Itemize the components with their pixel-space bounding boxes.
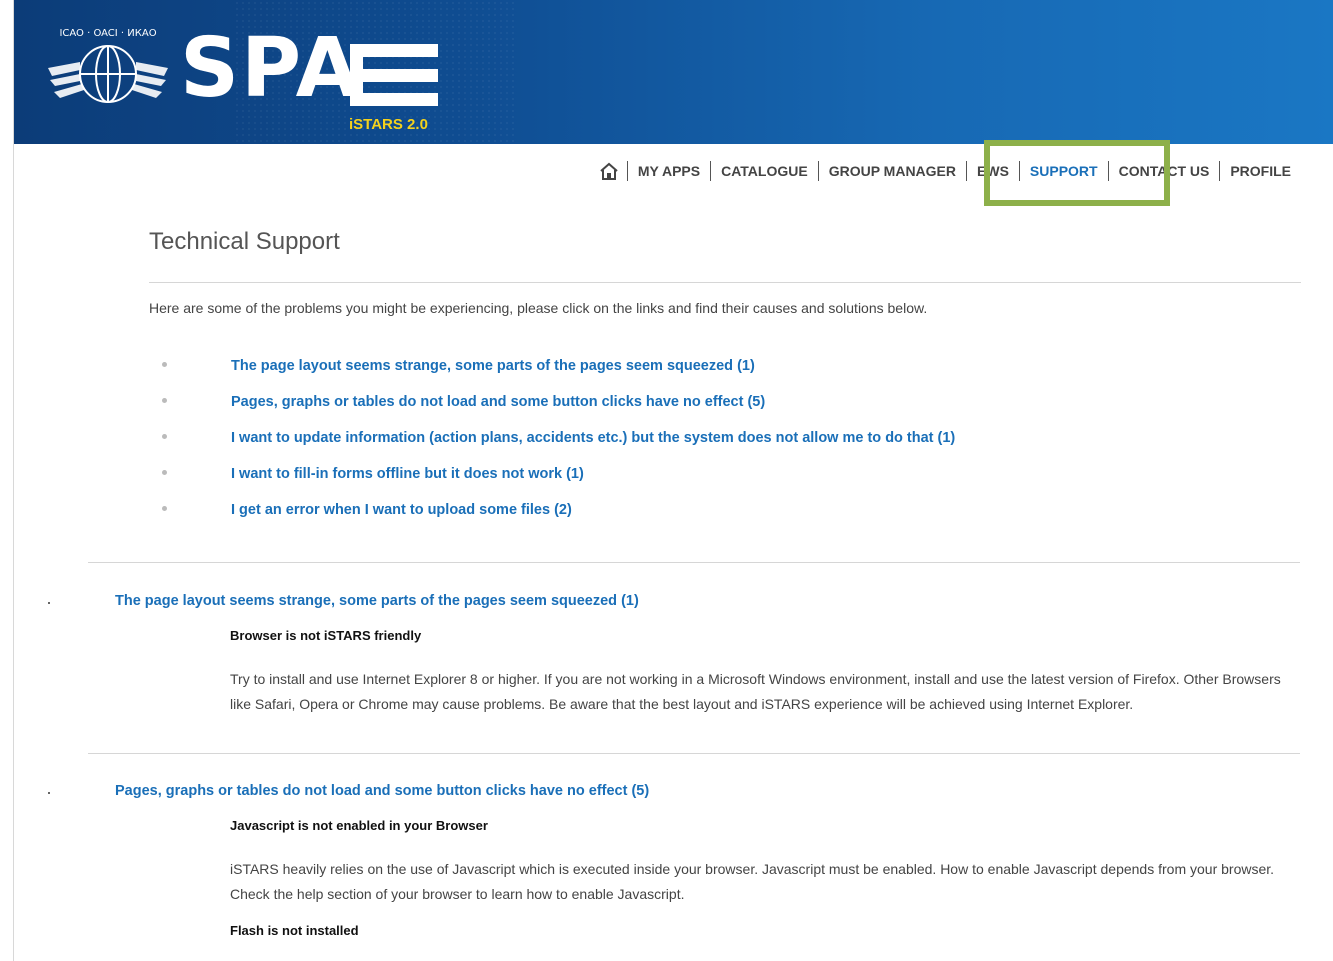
cause-title: Browser is not iSTARS friendly	[230, 628, 422, 643]
page-left-border	[13, 0, 14, 961]
logo-subtitle: iSTARS 2.0	[349, 116, 428, 133]
nav-my-apps[interactable]: MY APPS	[626, 161, 710, 181]
list-item: I want to fill-in forms offline but it d…	[149, 466, 1249, 502]
bullet-icon	[162, 506, 167, 511]
list-item: Pages, graphs or tables do not load and …	[149, 394, 1249, 430]
problem-list: The page layout seems strange, some part…	[149, 358, 1249, 538]
logo-e-mark	[350, 44, 438, 106]
problem-link-offline-forms[interactable]: I want to fill-in forms offline but it d…	[231, 466, 584, 482]
bullet-icon	[162, 434, 167, 439]
problem-link-upload[interactable]: I get an error when I want to upload som…	[231, 502, 572, 518]
section-title-loading[interactable]: Pages, graphs or tables do not load and …	[115, 783, 649, 799]
nav-highlight-box	[984, 140, 1170, 206]
emblem-text: ICAO · OACI · ИКАО	[59, 28, 156, 39]
list-item: I get an error when I want to upload som…	[149, 502, 1249, 538]
section-bullet-icon	[48, 602, 50, 604]
list-item: I want to update information (action pla…	[149, 430, 1249, 466]
bullet-icon	[162, 470, 167, 475]
section-title-layout[interactable]: The page layout seems strange, some part…	[115, 593, 639, 609]
cause-title: Javascript is not enabled in your Browse…	[230, 818, 488, 833]
main-nav: MY APPS CATALOGUE GROUP MANAGER EWS SUPP…	[599, 160, 1301, 182]
nav-catalogue[interactable]: CATALOGUE	[710, 161, 818, 181]
home-icon[interactable]	[599, 162, 619, 180]
icao-emblem-icon: ICAO · OACI · ИКАО	[48, 28, 168, 103]
title-divider	[149, 282, 1301, 283]
list-item: The page layout seems strange, some part…	[149, 358, 1249, 394]
section-bullet-icon	[48, 792, 50, 794]
page-title: Technical Support	[149, 228, 340, 255]
cause-text: iSTARS heavily relies on the use of Java…	[230, 861, 1275, 902]
bullet-icon	[162, 362, 167, 367]
header-banner: ICAO · OACI · ИКАО SPA iSTARS 2.0	[14, 0, 1333, 144]
cause-text: Try to install and use Internet Explorer…	[230, 671, 1281, 712]
logo-text: SPA	[180, 21, 362, 116]
problem-link-update[interactable]: I want to update information (action pla…	[231, 430, 955, 446]
bullet-icon	[162, 398, 167, 403]
section-divider	[88, 753, 1300, 754]
section-divider	[88, 562, 1300, 563]
nav-profile[interactable]: PROFILE	[1219, 161, 1301, 181]
nav-group-manager[interactable]: GROUP MANAGER	[817, 161, 966, 181]
problem-link-loading[interactable]: Pages, graphs or tables do not load and …	[231, 394, 765, 410]
problem-link-layout[interactable]: The page layout seems strange, some part…	[231, 358, 755, 374]
intro-text: Here are some of the problems you might …	[149, 300, 928, 316]
cause-title: Flash is not installed	[230, 923, 359, 938]
